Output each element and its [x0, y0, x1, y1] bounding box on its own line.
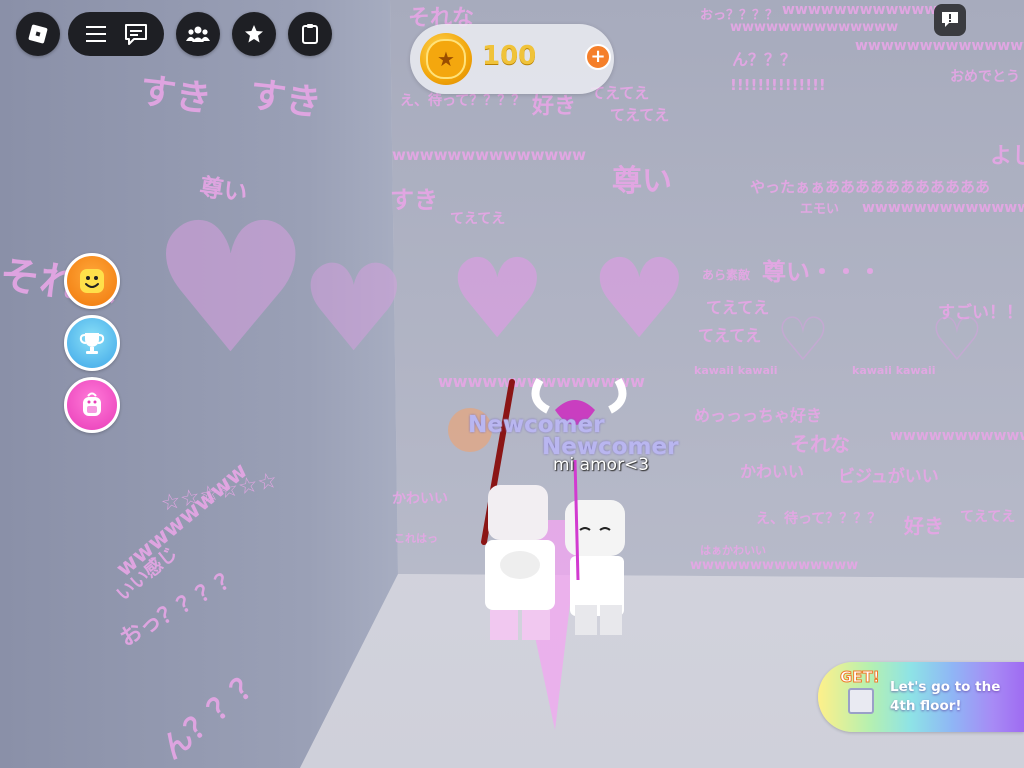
report-exclamation-icon [942, 12, 958, 27]
backpack-button[interactable] [64, 377, 120, 433]
bunny-plush [500, 551, 540, 579]
player-subtitle: mi amor<3 [553, 455, 650, 475]
coin-star-icon: ★ [426, 39, 466, 79]
wall-text: すき [247, 74, 325, 125]
hamburger-menu-icon [86, 26, 106, 42]
wall-text: おめでとう [950, 69, 1020, 85]
avatar-leg [522, 610, 550, 640]
promo-text: Let's go to the 4th floor! [890, 679, 1001, 714]
roblox-logo-icon [28, 24, 48, 44]
game-viewport: それな おっ？？？？ wwwwwwwwwwwwww wwwwwwwwwwwwww… [0, 0, 1024, 768]
report-button[interactable] [934, 4, 966, 36]
wall-text: え、待って？？？？ [756, 511, 882, 527]
backpack-icon [83, 392, 101, 416]
wall-text: 尊い・・・ [762, 258, 882, 286]
wall-text: てえてえ [450, 211, 506, 227]
wall-text: kawaii kawaii [694, 364, 778, 377]
menu-chat-group [68, 12, 164, 56]
currency-display: ★ 100 + [410, 24, 614, 94]
wall-text: wwwwwwwwwwwwww [855, 38, 1024, 54]
wall-text: kawaii kawaii [852, 364, 936, 377]
avatar-button[interactable] [64, 253, 120, 309]
wall-text: wwwwwwwwwwwwww [730, 20, 899, 35]
angel-wing [608, 377, 627, 414]
chat-bubble-icon [125, 24, 147, 45]
coin-amount: 100 [482, 41, 537, 71]
heart-pattern: ♥ [300, 240, 408, 379]
wall-text: めっっっちゃ好き [694, 406, 823, 425]
roblox-menu-button[interactable] [16, 12, 60, 56]
wall-text: 好き [904, 514, 944, 538]
wall-text: てえてえ [960, 509, 1016, 525]
promo-get-label: GET! [840, 668, 881, 687]
heart-pattern: ♥ [150, 185, 312, 394]
heart-pattern: ♥ [448, 235, 547, 363]
wall-text: すき [390, 186, 438, 214]
inventory-button[interactable] [288, 12, 332, 56]
favorites-button[interactable] [232, 12, 276, 56]
wall-text: wwwwwwwwwwwwww [862, 200, 1024, 216]
wall-text: ビジュがいい [838, 467, 939, 487]
avatar-leg [600, 605, 622, 635]
avatar-head [488, 485, 548, 540]
promo-banner[interactable]: GET! Let's go to the 4th floor! [818, 662, 1024, 732]
wall-text: かわいい [740, 462, 805, 481]
menu-button[interactable] [81, 19, 111, 49]
coin-icon: ★ [420, 33, 472, 85]
wall-text: てえてえ [706, 298, 770, 317]
wall-text: wwwwwwwwwwwwww [392, 146, 587, 164]
trophy-icon [79, 333, 105, 354]
wall-text: やったぁぁあああああああああああ [750, 178, 991, 196]
add-coins-button[interactable]: + [585, 44, 611, 70]
wall-text: wwwwwwwwwwwwww [690, 558, 859, 573]
wall-text: ん？？？ [732, 50, 797, 69]
smiley-face-icon [80, 269, 104, 293]
angel-wing [531, 377, 550, 414]
wall-text: てえてえ [698, 326, 762, 345]
chat-button[interactable] [121, 19, 151, 49]
wall-text: てえてえ [610, 106, 670, 124]
wall-text: 尊い [612, 164, 672, 199]
trophy-button[interactable] [64, 315, 120, 371]
floor-icon [848, 688, 874, 714]
wall-text: エモい [800, 202, 840, 217]
players-button[interactable] [176, 12, 220, 56]
people-icon [186, 26, 210, 42]
avatar-leg [490, 610, 518, 640]
avatar-leg [575, 605, 597, 635]
wall-text: wwwwwwwwwwwwww [890, 428, 1024, 444]
wall-text: !!!!!!!!!!!!!! [730, 76, 826, 94]
heart-pattern: ♥ [590, 235, 689, 363]
heart-pattern: ♡ [930, 305, 984, 375]
star-icon [245, 25, 263, 43]
wall-text: あら素敵 [702, 268, 751, 282]
wall-text: すき [137, 70, 215, 121]
avatar-head [565, 500, 625, 556]
clipboard-icon [302, 24, 318, 44]
wall-text: よし [990, 144, 1024, 169]
wall-text: それな [790, 432, 850, 456]
wall-text: はぁかわいい [700, 544, 766, 557]
heart-pattern: ♡ [776, 305, 830, 375]
